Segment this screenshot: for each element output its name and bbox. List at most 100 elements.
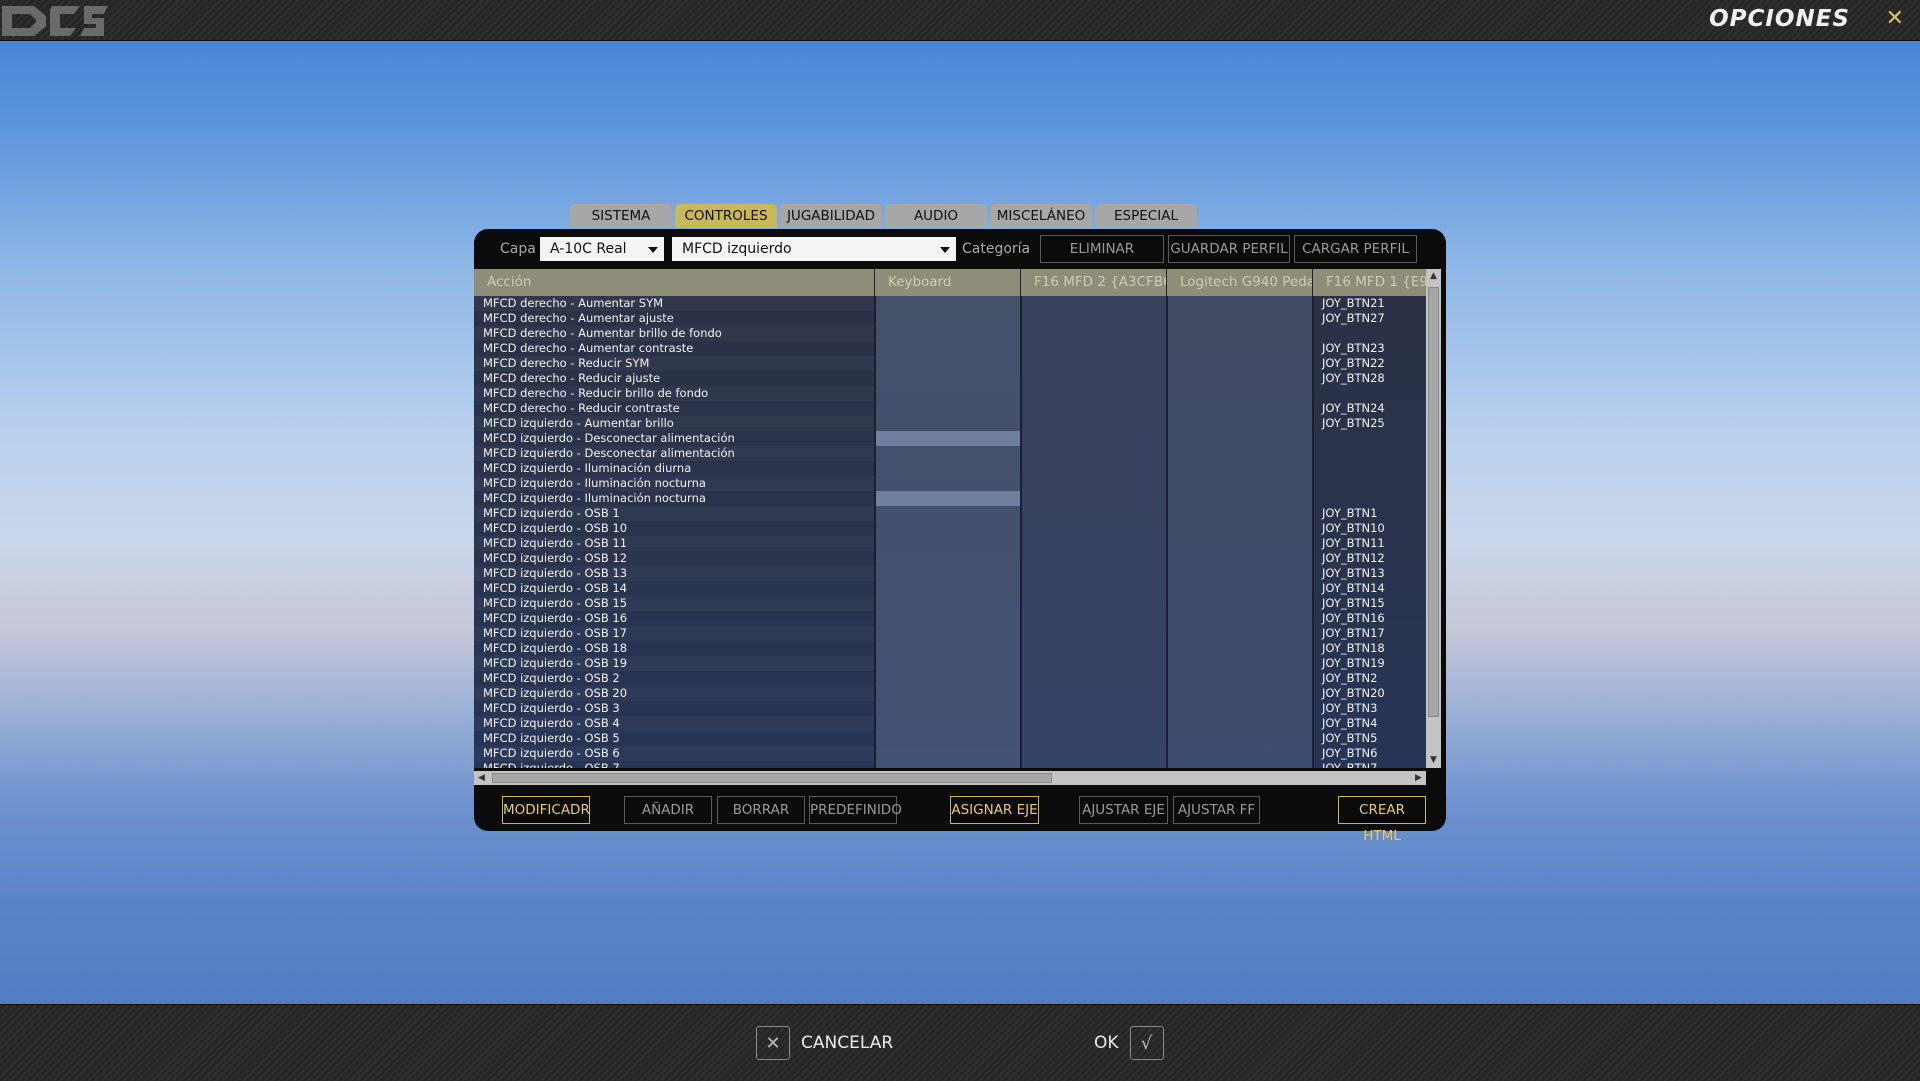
horizontal-scroll-thumb[interactable] — [492, 773, 1052, 783]
table-row[interactable]: MFCD izquierdo - Desconectar alimentació… — [474, 431, 1426, 446]
table-cell[interactable] — [1021, 521, 1167, 536]
table-cell[interactable] — [1021, 386, 1167, 401]
table-cell[interactable]: MFCD izquierdo - OSB 17 — [474, 626, 875, 641]
tab-sistema[interactable]: SISTEMA — [570, 204, 672, 228]
table-cell[interactable]: MFCD derecho - Aumentar contraste — [474, 341, 875, 356]
table-cell[interactable] — [1167, 296, 1313, 311]
table-cell[interactable]: JOY_BTN6 — [1313, 746, 1426, 761]
table-row[interactable]: MFCD izquierdo - OSB 16 JOY_BTN16 — [474, 611, 1426, 626]
table-cell[interactable]: MFCD derecho - Reducir SYM — [474, 356, 875, 371]
scroll-right-icon[interactable]: ▶ — [1411, 771, 1426, 786]
table-cell[interactable] — [1167, 641, 1313, 656]
table-cell[interactable] — [875, 446, 1021, 461]
table-cell[interactable]: MFCD derecho - Reducir ajuste — [474, 371, 875, 386]
cancel-button[interactable]: ✕ CANCELAR — [756, 1025, 893, 1061]
table-cell[interactable] — [875, 461, 1021, 476]
table-cell[interactable]: MFCD izquierdo - OSB 3 — [474, 701, 875, 716]
header-device-mfd2[interactable]: F16 MFD 2 {A3CFB6 — [1021, 269, 1167, 296]
table-row[interactable]: MFCD izquierdo - Iluminación diurna — [474, 461, 1426, 476]
borrar-button[interactable]: BORRAR — [717, 796, 805, 824]
table-cell[interactable] — [875, 296, 1021, 311]
table-cell[interactable] — [1167, 386, 1313, 401]
table-cell[interactable] — [1313, 446, 1426, 461]
table-cell[interactable] — [1167, 566, 1313, 581]
header-keyboard[interactable]: Keyboard — [875, 269, 1021, 296]
table-row[interactable]: MFCD izquierdo - OSB 13 JOY_BTN13 — [474, 566, 1426, 581]
table-row[interactable]: MFCD izquierdo - OSB 20 JOY_BTN20 — [474, 686, 1426, 701]
table-cell[interactable] — [1021, 701, 1167, 716]
table-cell[interactable] — [875, 506, 1021, 521]
anadir-button[interactable]: AÑADIR — [624, 796, 712, 824]
table-row[interactable]: MFCD izquierdo - OSB 12 JOY_BTN12 — [474, 551, 1426, 566]
table-cell[interactable] — [1167, 491, 1313, 506]
table-cell[interactable] — [875, 611, 1021, 626]
table-cell[interactable] — [875, 551, 1021, 566]
table-cell[interactable] — [1167, 731, 1313, 746]
table-cell[interactable] — [1021, 416, 1167, 431]
header-device-g940[interactable]: Logitech G940 Peda — [1167, 269, 1313, 296]
table-cell[interactable]: MFCD izquierdo - Desconectar alimentació… — [474, 431, 875, 446]
table-cell[interactable] — [1167, 671, 1313, 686]
table-cell[interactable] — [1021, 671, 1167, 686]
table-row[interactable]: MFCD derecho - Aumentar SYM JOY_BTN21 — [474, 296, 1426, 311]
table-cell[interactable]: MFCD izquierdo - OSB 2 — [474, 671, 875, 686]
table-row[interactable]: MFCD izquierdo - OSB 2 JOY_BTN2 — [474, 671, 1426, 686]
table-cell[interactable] — [1167, 521, 1313, 536]
table-cell[interactable] — [875, 626, 1021, 641]
close-icon[interactable]: ✕ — [1886, 6, 1904, 31]
table-cell[interactable] — [1021, 611, 1167, 626]
table-cell[interactable]: JOY_BTN27 — [1313, 311, 1426, 326]
table-cell[interactable] — [1167, 716, 1313, 731]
table-cell[interactable] — [1021, 431, 1167, 446]
table-row[interactable]: MFCD izquierdo - OSB 6 JOY_BTN6 — [474, 746, 1426, 761]
table-cell[interactable] — [875, 341, 1021, 356]
ajustar-eje-button[interactable]: AJUSTAR EJE — [1079, 796, 1168, 824]
table-cell[interactable] — [875, 311, 1021, 326]
tab-miscelaneo[interactable]: MISCELÁNEO — [990, 204, 1092, 228]
table-cell[interactable]: MFCD izquierdo - Iluminación nocturna — [474, 476, 875, 491]
eliminar-button[interactable]: ELIMINAR — [1040, 235, 1164, 263]
table-cell[interactable] — [875, 761, 1021, 768]
table-cell[interactable] — [1021, 491, 1167, 506]
scroll-left-icon[interactable]: ◀ — [474, 771, 489, 786]
table-cell[interactable] — [875, 326, 1021, 341]
table-cell[interactable] — [1167, 626, 1313, 641]
table-cell[interactable]: JOY_BTN28 — [1313, 371, 1426, 386]
table-cell[interactable]: MFCD izquierdo - OSB 12 — [474, 551, 875, 566]
table-cell[interactable] — [1021, 446, 1167, 461]
table-cell[interactable]: MFCD izquierdo - OSB 14 — [474, 581, 875, 596]
table-cell[interactable]: MFCD izquierdo - OSB 16 — [474, 611, 875, 626]
tab-especial[interactable]: ESPECIAL — [1095, 204, 1197, 228]
table-row[interactable]: MFCD derecho - Reducir contraste JOY_BTN2… — [474, 401, 1426, 416]
table-cell[interactable]: MFCD izquierdo - OSB 13 — [474, 566, 875, 581]
table-cell[interactable] — [1021, 566, 1167, 581]
table-cell[interactable]: MFCD izquierdo - OSB 5 — [474, 731, 875, 746]
table-cell[interactable]: JOY_BTN3 — [1313, 701, 1426, 716]
table-cell[interactable] — [1167, 686, 1313, 701]
table-cell[interactable] — [1021, 731, 1167, 746]
table-cell[interactable] — [1021, 356, 1167, 371]
table-row[interactable]: MFCD izquierdo - OSB 15 JOY_BTN15 — [474, 596, 1426, 611]
table-row[interactable]: MFCD derecho - Aumentar brillo de fondo — [474, 326, 1426, 341]
table-cell[interactable] — [1167, 341, 1313, 356]
table-cell[interactable] — [1021, 641, 1167, 656]
table-cell[interactable]: MFCD izquierdo - Iluminación diurna — [474, 461, 875, 476]
scroll-down-icon[interactable]: ▼ — [1426, 753, 1441, 768]
table-cell[interactable]: MFCD izquierdo - Desconectar alimentació… — [474, 446, 875, 461]
guardar-perfil-button[interactable]: GUARDAR PERFIL — [1168, 235, 1290, 263]
table-cell[interactable]: MFCD izquierdo - OSB 19 — [474, 656, 875, 671]
table-cell[interactable] — [875, 731, 1021, 746]
table-row[interactable]: MFCD izquierdo - Iluminación nocturna — [474, 491, 1426, 506]
table-cell[interactable]: JOY_BTN19 — [1313, 656, 1426, 671]
tab-jugabilidad[interactable]: JUGABILIDAD — [780, 204, 882, 228]
table-cell[interactable]: MFCD derecho - Aumentar brillo de fondo — [474, 326, 875, 341]
table-row[interactable]: MFCD izquierdo - OSB 19 JOY_BTN19 — [474, 656, 1426, 671]
tab-audio[interactable]: AUDIO — [885, 204, 987, 228]
table-cell[interactable] — [875, 641, 1021, 656]
vertical-scroll-thumb[interactable] — [1428, 287, 1439, 717]
table-cell[interactable]: JOY_BTN16 — [1313, 611, 1426, 626]
table-row[interactable]: MFCD izquierdo - Aumentar brillo JOY_BTN2… — [474, 416, 1426, 431]
table-cell[interactable] — [875, 596, 1021, 611]
table-cell[interactable] — [875, 491, 1021, 506]
table-cell[interactable] — [875, 686, 1021, 701]
